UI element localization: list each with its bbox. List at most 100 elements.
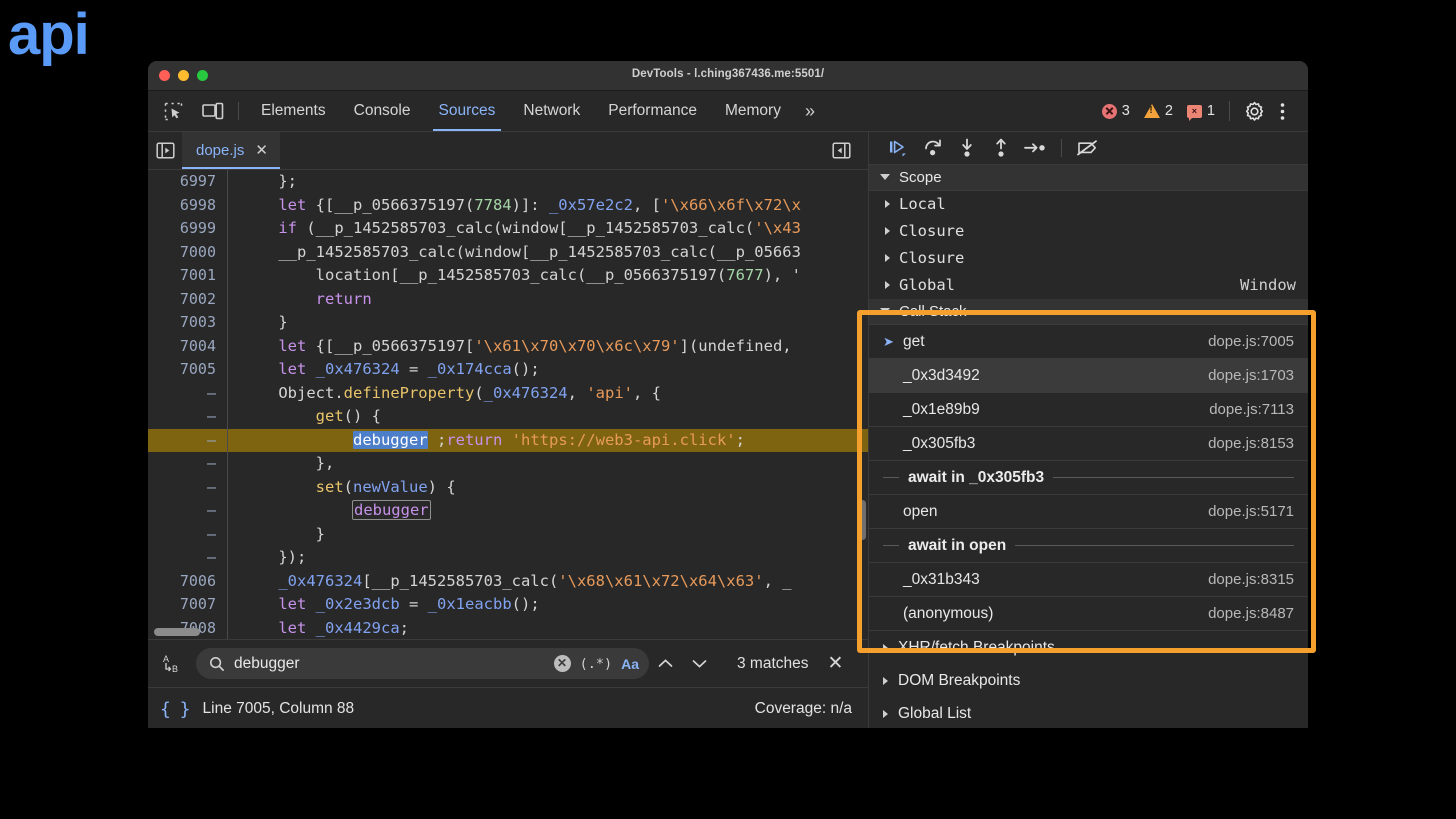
line-number[interactable]: 7000 xyxy=(148,241,227,265)
breakpoint-section-header[interactable]: Global List xyxy=(869,697,1308,728)
code-line[interactable]: – Object.defineProperty(_0x476324, 'api'… xyxy=(148,382,868,406)
line-number[interactable]: 7007 xyxy=(148,593,227,617)
tab-elements[interactable]: Elements xyxy=(247,91,340,131)
code-line[interactable]: 6999 if (__p_1452585703_calc(window[__p_… xyxy=(148,217,868,241)
code-line[interactable]: 7008 let _0x4429ca; xyxy=(148,617,868,640)
code-token: return xyxy=(316,290,372,308)
device-toolbar-icon[interactable] xyxy=(198,97,228,125)
code-line[interactable]: – debugger xyxy=(148,499,868,523)
call-stack-frame[interactable]: ➤getdope.js:7005 xyxy=(869,325,1308,359)
line-number[interactable]: – xyxy=(148,499,227,523)
code-line[interactable]: 7005 let _0x476324 = _0x174cca(); xyxy=(148,358,868,382)
search-input[interactable]: debugger ✕ (.*) Aa xyxy=(196,648,649,679)
breakpoint-section-header[interactable]: XHR/fetch Breakpoints xyxy=(869,631,1308,664)
step-into-next-function-call-icon[interactable] xyxy=(951,133,983,163)
code-token xyxy=(241,595,278,613)
scope-section-header[interactable]: Scope xyxy=(869,165,1308,191)
code-line[interactable]: 7007 let _0x2e3dcb = _0x1eacbb(); xyxy=(148,593,868,617)
issue-counter[interactable]: × 1 xyxy=(1187,103,1215,119)
scope-row[interactable]: Closure xyxy=(869,218,1308,245)
code-line[interactable]: 7001 location[__p_1452585703_calc(__p_05… xyxy=(148,264,868,288)
close-search-icon[interactable]: ✕ xyxy=(823,652,849,675)
use-regex-button[interactable]: (.*) xyxy=(580,656,613,672)
step-over-next-function-call-icon[interactable] xyxy=(917,133,949,163)
kebab-menu-icon[interactable] xyxy=(1268,97,1296,125)
search-previous-icon[interactable] xyxy=(657,657,683,670)
code-token xyxy=(241,219,278,237)
code-line[interactable]: 7003 } xyxy=(148,311,868,335)
line-number[interactable]: 6998 xyxy=(148,194,227,218)
breakpoint-section-header[interactable]: DOM Breakpoints xyxy=(869,664,1308,697)
code-token: 7677 xyxy=(726,266,763,284)
show-debugger-sidebar-icon[interactable] xyxy=(824,132,858,169)
line-number[interactable]: 7005 xyxy=(148,358,227,382)
editor-vertical-scrollbar[interactable] xyxy=(859,500,866,540)
line-number[interactable]: 6999 xyxy=(148,217,227,241)
tab-console[interactable]: Console xyxy=(340,91,425,131)
tab-sources[interactable]: Sources xyxy=(425,91,510,131)
call-stack-frame[interactable]: _0x3d3492dope.js:1703 xyxy=(869,359,1308,393)
line-number[interactable]: 7002 xyxy=(148,288,227,312)
code-editor[interactable]: 6997 };6998 let {[__p_0566375197(7784)]:… xyxy=(148,170,868,639)
code-line[interactable]: 6998 let {[__p_0566375197(7784)]: _0x57e… xyxy=(148,194,868,218)
editor-horizontal-scrollbar[interactable] xyxy=(154,628,200,636)
inspect-element-icon[interactable] xyxy=(158,97,188,125)
code-line[interactable]: 7002 return xyxy=(148,288,868,312)
search-next-icon[interactable] xyxy=(691,657,717,670)
clear-search-icon[interactable]: ✕ xyxy=(554,655,571,672)
scope-row[interactable]: Local xyxy=(869,191,1308,218)
match-case-button[interactable]: Aa xyxy=(621,656,639,672)
gear-icon[interactable] xyxy=(1240,97,1268,125)
line-number[interactable]: – xyxy=(148,405,227,429)
code-line[interactable]: 7000 __p_1452585703_calc(window[__p_1452… xyxy=(148,241,868,265)
code-line[interactable]: 6997 }; xyxy=(148,170,868,194)
step-out-of-current-function-icon[interactable] xyxy=(985,133,1017,163)
file-tab-dope-js[interactable]: dope.js ✕ xyxy=(182,132,280,169)
call-stack-frame[interactable]: _0x1e89b9dope.js:7113 xyxy=(869,393,1308,427)
line-number[interactable]: 7003 xyxy=(148,311,227,335)
call-stack-section-header[interactable]: Call Stack xyxy=(869,299,1308,325)
call-stack-frame[interactable]: opendope.js:5171 xyxy=(869,495,1308,529)
line-number[interactable]: – xyxy=(148,452,227,476)
error-counter[interactable]: 3 xyxy=(1102,103,1130,119)
call-stack-frame[interactable]: _0x305fb3dope.js:8153 xyxy=(869,427,1308,461)
line-number[interactable]: 6997 xyxy=(148,170,227,194)
line-number[interactable]: – xyxy=(148,523,227,547)
panel-tabs: Elements Console Sources Network Perform… xyxy=(247,91,825,131)
line-number[interactable]: – xyxy=(148,429,227,453)
code-line[interactable]: – } xyxy=(148,523,868,547)
code-token: , { xyxy=(633,384,661,402)
more-tabs-chevron-icon[interactable]: » xyxy=(795,91,825,131)
deactivate-breakpoints-icon[interactable] xyxy=(1072,133,1104,163)
scope-row-label: Closure xyxy=(899,222,964,240)
tab-network[interactable]: Network xyxy=(509,91,594,131)
code-line[interactable]: – set(newValue) { xyxy=(148,476,868,500)
warning-counter[interactable]: 2 xyxy=(1144,103,1173,119)
search-input-value[interactable]: debugger xyxy=(234,655,545,673)
call-stack-frame[interactable]: _0x31b343dope.js:8315 xyxy=(869,563,1308,597)
code-line[interactable]: 7004 let {[__p_0566375197['\x61\x70\x70\… xyxy=(148,335,868,359)
scope-row[interactable]: Closure xyxy=(869,245,1308,272)
scope-row[interactable]: GlobalWindow xyxy=(869,272,1308,299)
line-number[interactable]: – xyxy=(148,476,227,500)
show-navigator-panel-icon[interactable] xyxy=(148,132,182,169)
tab-memory[interactable]: Memory xyxy=(711,91,795,131)
resume-script-execution-icon[interactable] xyxy=(883,133,915,163)
toggle-replace-icon[interactable]: A B xyxy=(158,649,188,679)
step-icon[interactable] xyxy=(1019,133,1051,163)
code-line[interactable]: – }); xyxy=(148,546,868,570)
window-titlebar: DevTools - l.ching367436.me:5501/ xyxy=(148,61,1308,91)
close-icon[interactable]: ✕ xyxy=(255,143,268,158)
call-stack-frame[interactable]: (anonymous)dope.js:8487 xyxy=(869,597,1308,631)
code-line[interactable]: – debugger ;return 'https://web3-api.cli… xyxy=(148,429,868,453)
pretty-print-icon[interactable]: { } xyxy=(160,699,190,720)
tab-performance[interactable]: Performance xyxy=(594,91,711,131)
code-line[interactable]: – }, xyxy=(148,452,868,476)
line-number[interactable]: 7004 xyxy=(148,335,227,359)
code-line[interactable]: 7006 _0x476324[__p_1452585703_calc('\x68… xyxy=(148,570,868,594)
line-number[interactable]: 7001 xyxy=(148,264,227,288)
line-number[interactable]: – xyxy=(148,546,227,570)
code-line[interactable]: – get() { xyxy=(148,405,868,429)
line-number[interactable]: 7006 xyxy=(148,570,227,594)
line-number[interactable]: – xyxy=(148,382,227,406)
